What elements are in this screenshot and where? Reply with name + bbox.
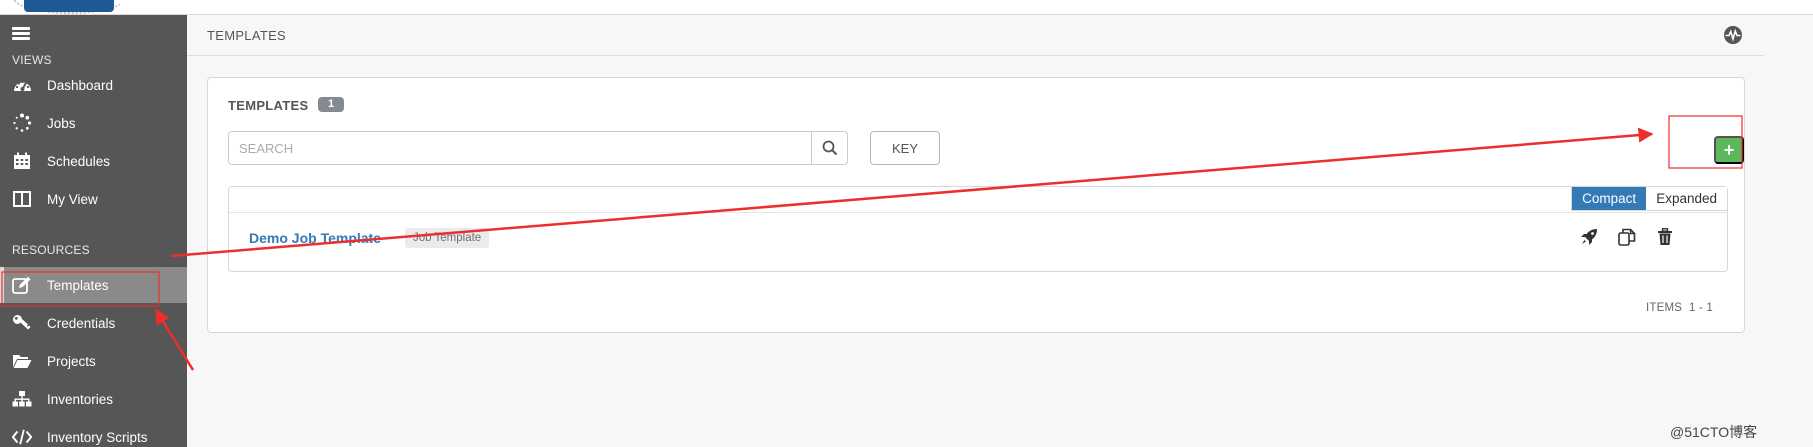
count-badge: 1 — [318, 97, 344, 112]
section-label-views: VIEWS — [12, 53, 52, 67]
activity-stream-icon[interactable] — [1723, 25, 1743, 45]
jobs-spinner-icon — [12, 113, 32, 133]
compact-view-option[interactable]: Compact — [1572, 187, 1647, 210]
panel-title: TEMPLATES — [228, 98, 309, 113]
delete-trash-icon[interactable] — [1655, 227, 1675, 247]
sidebar-item-label: Jobs — [47, 115, 76, 131]
breadcrumb: TEMPLATES — [207, 28, 287, 43]
row-actions — [1579, 227, 1675, 247]
sidebar-item-label: Dashboard — [47, 77, 114, 93]
calendar-icon — [12, 151, 32, 171]
app-logo[interactable] — [14, 0, 120, 15]
template-type-badge: Job Template — [405, 228, 490, 248]
sidebar-item-projects[interactable]: Projects — [0, 343, 187, 379]
section-label-resources: RESOURCES — [12, 243, 90, 257]
watermark: @51CTO博客 — [1670, 424, 1758, 440]
sidebar: VIEWS Dashboard Jobs Schedules My View R… — [0, 15, 187, 447]
view-toggle: Compact Expanded — [1571, 187, 1727, 211]
main-content: TEMPLATES TEMPLATES 1 KEY + Compact Expa… — [187, 15, 1813, 447]
top-strip — [0, 0, 1813, 15]
sidebar-item-label: Inventory Scripts — [47, 429, 148, 445]
list-divider — [229, 212, 1727, 213]
search-box — [228, 131, 848, 165]
code-icon — [12, 427, 32, 447]
items-range: 1 - 1 — [1688, 302, 1713, 314]
key-button[interactable]: KEY — [870, 131, 940, 165]
search-input[interactable] — [229, 132, 814, 164]
hamburger-menu-icon[interactable] — [12, 27, 30, 41]
items-count: ITEMS 1 - 1 — [1646, 302, 1713, 314]
expanded-view-option[interactable]: Expanded — [1646, 187, 1727, 210]
columns-icon — [12, 189, 32, 209]
copy-icon[interactable] — [1617, 227, 1637, 247]
sidebar-item-my-view[interactable]: My View — [0, 181, 187, 217]
sidebar-item-label: Projects — [47, 353, 96, 369]
sidebar-item-label: Schedules — [47, 153, 111, 169]
sidebar-item-inventories[interactable]: Inventories — [0, 381, 187, 417]
template-name-link[interactable]: Demo Job Template — [249, 230, 381, 246]
edit-icon — [12, 275, 32, 295]
sidebar-item-label: Inventories — [47, 391, 114, 407]
key-icon — [12, 313, 32, 333]
templates-panel: TEMPLATES 1 KEY + Compact Expanded Demo … — [207, 77, 1745, 333]
templates-list: Compact Expanded Demo Job Template Job T… — [228, 186, 1728, 272]
sidebar-item-label: My View — [47, 191, 98, 207]
dashboard-icon — [12, 75, 32, 95]
sidebar-item-dashboard[interactable]: Dashboard — [0, 67, 187, 103]
sidebar-item-credentials[interactable]: Credentials — [0, 305, 187, 341]
sidebar-item-inventory-scripts[interactable]: Inventory Scripts — [0, 419, 187, 447]
sidebar-item-jobs[interactable]: Jobs — [0, 105, 187, 141]
items-label: ITEMS — [1646, 302, 1683, 314]
sidebar-item-label: Templates — [47, 277, 109, 293]
sidebar-item-label: Credentials — [47, 315, 116, 331]
launch-rocket-icon[interactable] — [1579, 227, 1599, 247]
sidebar-item-schedules[interactable]: Schedules — [0, 143, 187, 179]
folder-open-icon — [12, 351, 32, 371]
sidebar-item-templates[interactable]: Templates — [0, 267, 187, 303]
add-button[interactable]: + — [1714, 136, 1744, 164]
search-icon[interactable] — [811, 132, 847, 164]
breadcrumb-bar: TEMPLATES — [187, 15, 1764, 56]
sitemap-icon — [12, 389, 32, 409]
